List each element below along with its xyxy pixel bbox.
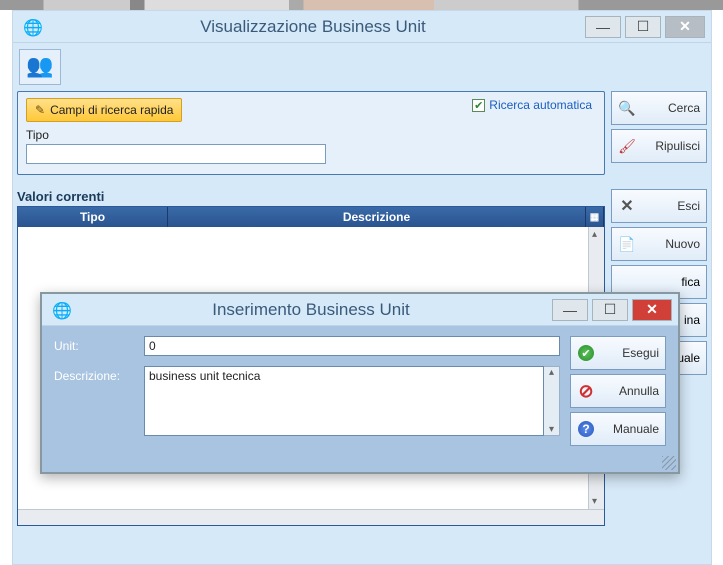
unit-label: Unit: bbox=[54, 336, 136, 353]
modal-app-icon: 🌐 bbox=[52, 301, 70, 319]
app-icon: 🌐 bbox=[23, 18, 41, 36]
toolbar bbox=[13, 43, 711, 91]
main-window: 🌐 Visualizzazione Business Unit — ☐ ✕ Ca… bbox=[12, 10, 712, 565]
modal-maximize-button[interactable]: ☐ bbox=[592, 299, 628, 321]
annulla-button[interactable]: Annulla bbox=[570, 374, 666, 408]
descrizione-row: Descrizione: ▴▾ bbox=[54, 366, 560, 436]
tipo-input[interactable] bbox=[26, 144, 326, 164]
search-panel: Campi di ricerca rapida ✔ Ricerca automa… bbox=[17, 91, 605, 175]
col-header-tipo[interactable]: Tipo bbox=[18, 207, 168, 227]
document-icon bbox=[618, 235, 636, 253]
quick-search-label: Campi di ricerca rapida bbox=[50, 103, 173, 117]
main-title-bar[interactable]: 🌐 Visualizzazione Business Unit — ☐ ✕ bbox=[13, 11, 711, 43]
close-button[interactable]: ✕ bbox=[665, 16, 705, 38]
search-row: Campi di ricerca rapida ✔ Ricerca automa… bbox=[13, 91, 711, 175]
close-icon bbox=[618, 197, 636, 215]
nuovo-button[interactable]: Nuovo bbox=[611, 227, 707, 261]
modal-body: Unit: Descrizione: ▴▾ Esegui Annulla bbox=[42, 326, 678, 456]
unit-input[interactable] bbox=[144, 336, 560, 356]
modal-title-bar[interactable]: 🌐 Inserimento Business Unit — ☐ ✕ bbox=[42, 294, 678, 326]
main-window-title: Visualizzazione Business Unit bbox=[41, 17, 585, 37]
maximize-button[interactable]: ☐ bbox=[625, 16, 661, 38]
manuale-button[interactable]: Manuale bbox=[570, 412, 666, 446]
users-toolbar-button[interactable] bbox=[19, 49, 61, 85]
search-side-buttons: Cerca Ripulisci bbox=[611, 91, 707, 175]
modal-title: Inserimento Business Unit bbox=[70, 300, 552, 320]
col-header-descrizione[interactable]: Descrizione bbox=[168, 207, 586, 227]
unit-row: Unit: bbox=[54, 336, 560, 356]
auto-search-option: ✔ Ricerca automatica bbox=[472, 98, 592, 112]
esci-button[interactable]: Esci bbox=[611, 189, 707, 223]
modal-buttons: Esegui Annulla Manuale bbox=[570, 336, 666, 446]
help-icon bbox=[577, 420, 595, 438]
descrizione-textarea[interactable] bbox=[144, 366, 544, 436]
descrizione-label: Descrizione: bbox=[54, 366, 136, 383]
people-icon bbox=[26, 53, 54, 81]
grid-scrollbar-horizontal[interactable] bbox=[18, 509, 604, 525]
modal-fields: Unit: Descrizione: ▴▾ bbox=[54, 336, 560, 446]
grid-title: Valori correnti bbox=[17, 189, 605, 204]
modal-minimize-button[interactable]: — bbox=[552, 299, 588, 321]
tipo-field-label: Tipo bbox=[26, 128, 596, 142]
brush-icon bbox=[618, 137, 636, 155]
cerca-button[interactable]: Cerca bbox=[611, 91, 707, 125]
wand-icon bbox=[35, 103, 45, 117]
esegui-button[interactable]: Esegui bbox=[570, 336, 666, 370]
window-controls: — ☐ ✕ bbox=[585, 16, 705, 38]
col-header-extra[interactable]: ▦ bbox=[586, 207, 604, 227]
auto-search-label: Ricerca automatica bbox=[489, 98, 592, 112]
grid-header: Tipo Descrizione ▦ bbox=[18, 207, 604, 227]
modal-window-controls: — ☐ ✕ bbox=[552, 299, 672, 321]
cancel-icon bbox=[577, 382, 595, 400]
check-icon bbox=[577, 344, 595, 362]
quick-search-fields-button[interactable]: Campi di ricerca rapida bbox=[26, 98, 182, 122]
background-top-strip bbox=[0, 0, 723, 10]
textarea-scrollbar[interactable]: ▴▾ bbox=[544, 366, 560, 436]
auto-search-checkbox[interactable]: ✔ bbox=[472, 99, 485, 112]
descrizione-textarea-wrap: ▴▾ bbox=[144, 366, 560, 436]
ripulisci-button[interactable]: Ripulisci bbox=[611, 129, 707, 163]
minimize-button[interactable]: — bbox=[585, 16, 621, 38]
modal-close-button[interactable]: ✕ bbox=[632, 299, 672, 321]
insert-dialog: 🌐 Inserimento Business Unit — ☐ ✕ Unit: … bbox=[40, 292, 680, 474]
resize-grip[interactable] bbox=[662, 456, 676, 470]
search-icon bbox=[618, 99, 636, 117]
